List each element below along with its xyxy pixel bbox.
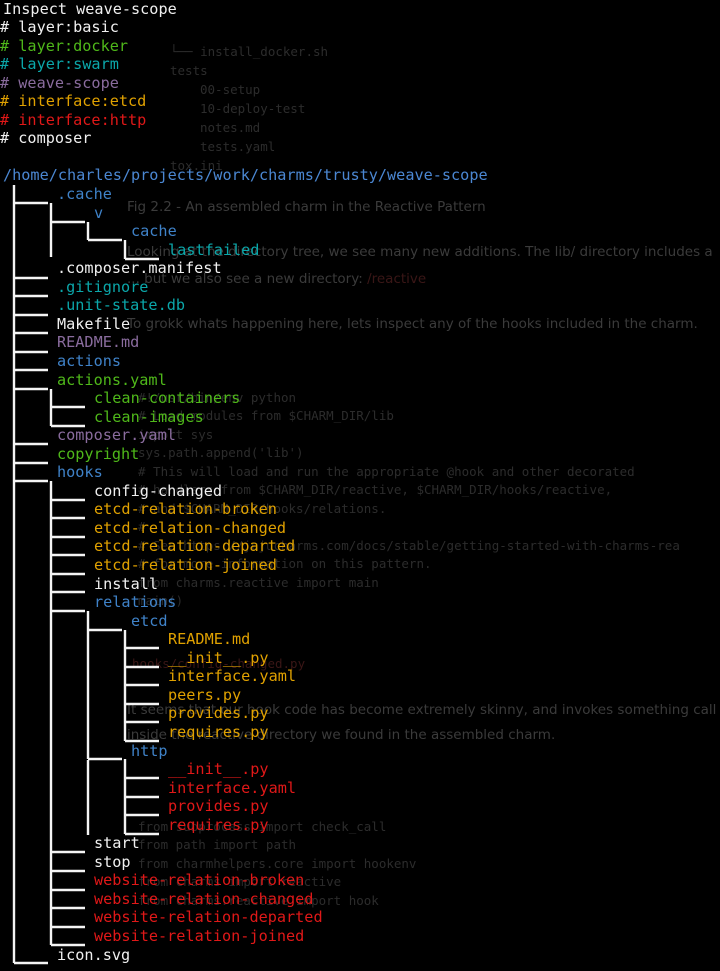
- tree-entry: requires.py: [168, 815, 269, 834]
- tree-entry: clean-containers: [94, 389, 241, 408]
- tree-entry: icon.svg: [57, 945, 131, 964]
- tree-entry: .unit-state.db: [57, 296, 186, 315]
- tree-entry: __init__.py: [168, 760, 269, 779]
- tree-entry: etcd-relation-departed: [94, 537, 296, 556]
- tree-entry: etcd: [131, 611, 168, 630]
- tree-entry: website-relation-joined: [94, 927, 305, 945]
- tree-entry: cache: [131, 222, 177, 241]
- tree-entry: etcd-relation-joined: [94, 556, 277, 574]
- tree-entry: .gitignore: [57, 277, 149, 296]
- tree-entry: http: [131, 741, 168, 760]
- tree-entry: clean-images: [94, 407, 204, 426]
- tree-entry: provides.py: [168, 797, 269, 816]
- tree-entry: Makefile: [57, 314, 131, 333]
- tree-entry: README.md: [57, 333, 140, 352]
- tree-entry: etcd-relation-broken: [94, 500, 277, 519]
- tree-entry: .composer.manifest: [57, 259, 222, 278]
- tree-entry: stop: [94, 852, 131, 871]
- tree-entry: actions: [57, 351, 122, 370]
- tree-entry: lastfailed: [168, 240, 260, 259]
- tree-entry: provides.py: [168, 704, 269, 723]
- tree-entry: requires.py: [168, 722, 269, 741]
- tree-entry: actions.yaml: [57, 370, 167, 389]
- tree-entry: website-relation-broken: [94, 871, 305, 890]
- tree-entry: __init__.py: [168, 648, 269, 667]
- tree-entry: v: [94, 203, 104, 222]
- tree-entry: hooks: [57, 463, 103, 482]
- tree-entry: interface.yaml: [168, 667, 297, 686]
- tree-entry: .cache: [57, 185, 112, 203]
- tree-entry: relations: [94, 593, 177, 612]
- tree-entry: website-relation-departed: [94, 908, 323, 927]
- tree-entry: config-changed: [94, 481, 223, 500]
- tree-entry: peers.py: [168, 685, 242, 704]
- tree-entry: composer.yaml: [57, 426, 176, 445]
- tree-entry: README.md: [168, 630, 251, 649]
- tree-entry: install: [94, 574, 159, 593]
- tree-entry: copyright: [57, 444, 140, 463]
- tree-entry: start: [94, 834, 140, 853]
- tree-entry: etcd-relation-changed: [94, 518, 287, 537]
- tree-entry: interface.yaml: [168, 778, 297, 797]
- tree-entry: website-relation-changed: [94, 889, 314, 908]
